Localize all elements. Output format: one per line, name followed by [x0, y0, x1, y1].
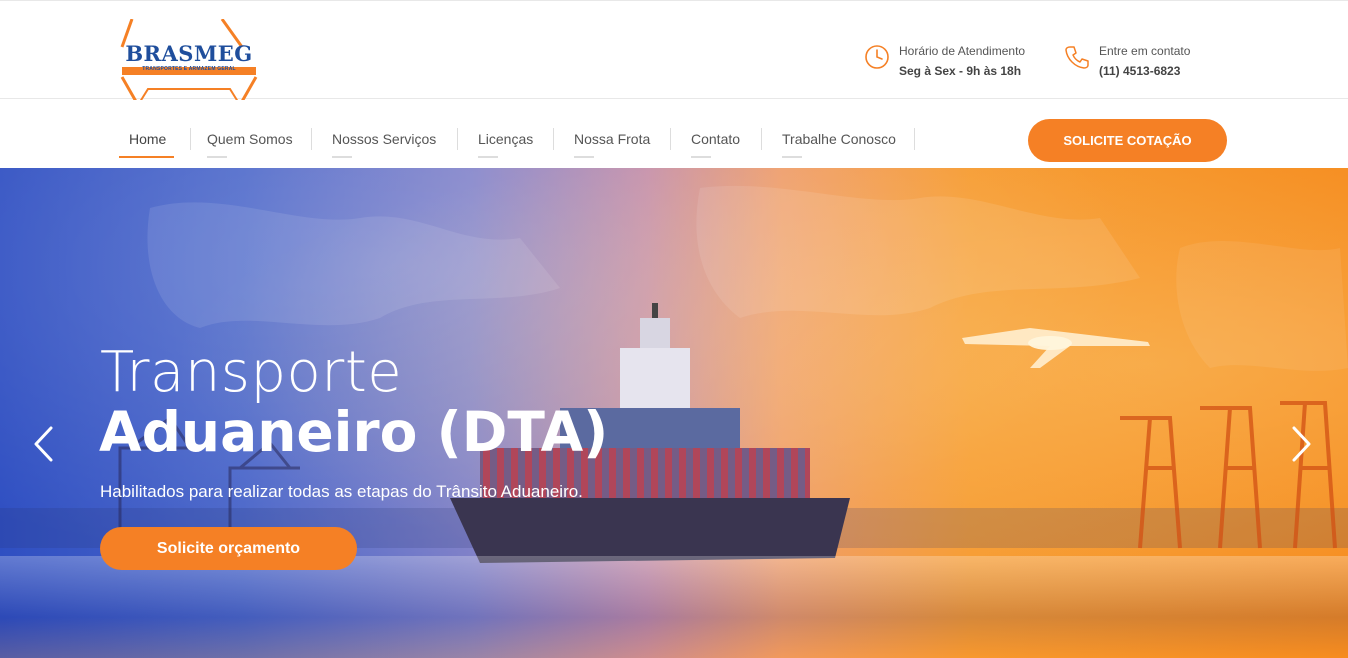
- opening-hours: Horário de Atendimento Seg à Sex - 9h às…: [864, 44, 1025, 79]
- nav-item-label: Quem Somos: [207, 131, 293, 147]
- top-header: BRASMEG TRANSPORTES E ARMAZÉM GERAL Horá…: [0, 0, 1348, 107]
- logo-wordmark: BRASMEG: [125, 41, 253, 66]
- nav-divider: [914, 128, 915, 150]
- nav-divider: [190, 128, 191, 150]
- request-budget-button[interactable]: Solicite orçamento: [100, 527, 357, 570]
- nav-underline: [478, 156, 498, 158]
- nav-divider: [670, 128, 671, 150]
- hours-label: Horário de Atendimento: [899, 44, 1026, 58]
- nav-item-label: Contato: [691, 131, 741, 147]
- nav-item-label: Nossa Frota: [574, 131, 651, 147]
- hero-title-line1: Transporte: [100, 340, 403, 405]
- nav-underline: [332, 156, 352, 158]
- phone-icon: [1065, 46, 1089, 69]
- clock-icon: [865, 45, 889, 69]
- nav-active-underline: [119, 156, 174, 158]
- contact-label: Entre em contato: [1099, 44, 1191, 58]
- hero-subtitle: Habilitados para realizar todas as etapa…: [100, 482, 583, 501]
- nav-item-label: Home: [129, 131, 167, 147]
- hero-slider: Transporte Aduaneiro (DTA) Habilitados p…: [0, 168, 1348, 658]
- nav-divider: [553, 128, 554, 150]
- chevron-left-icon[interactable]: [31, 424, 55, 464]
- logo-tagline: TRANSPORTES E ARMAZÉM GERAL: [142, 66, 236, 72]
- contact-phone[interactable]: (11) 4513-6823: [1099, 63, 1190, 79]
- request-quote-button[interactable]: SOLICITE COTAÇÃO: [1028, 119, 1227, 162]
- nav-underline: [691, 156, 711, 158]
- hero-title-line2: Aduaneiro (DTA): [99, 400, 609, 464]
- nav-divider: [457, 128, 458, 150]
- nav-divider: [761, 128, 762, 150]
- nav-underline: [782, 156, 802, 158]
- chevron-right-icon[interactable]: [1290, 424, 1314, 464]
- brand-logo[interactable]: BRASMEG TRANSPORTES E ARMAZÉM GERAL: [118, 19, 260, 107]
- contact-info: Entre em contato (11) 4513-6823: [1064, 44, 1190, 79]
- nav-divider: [311, 128, 312, 150]
- nav-item-label: Trabalhe Conosco: [782, 131, 896, 147]
- hero-water-reflection: [0, 556, 1348, 658]
- nav-item-label: Licenças: [478, 131, 534, 147]
- nav-item-label: Nossos Serviços: [332, 131, 437, 147]
- nav-underline: [574, 156, 594, 158]
- nav-underline: [207, 156, 227, 158]
- hours-value: Seg à Sex - 9h às 18h: [899, 64, 1022, 78]
